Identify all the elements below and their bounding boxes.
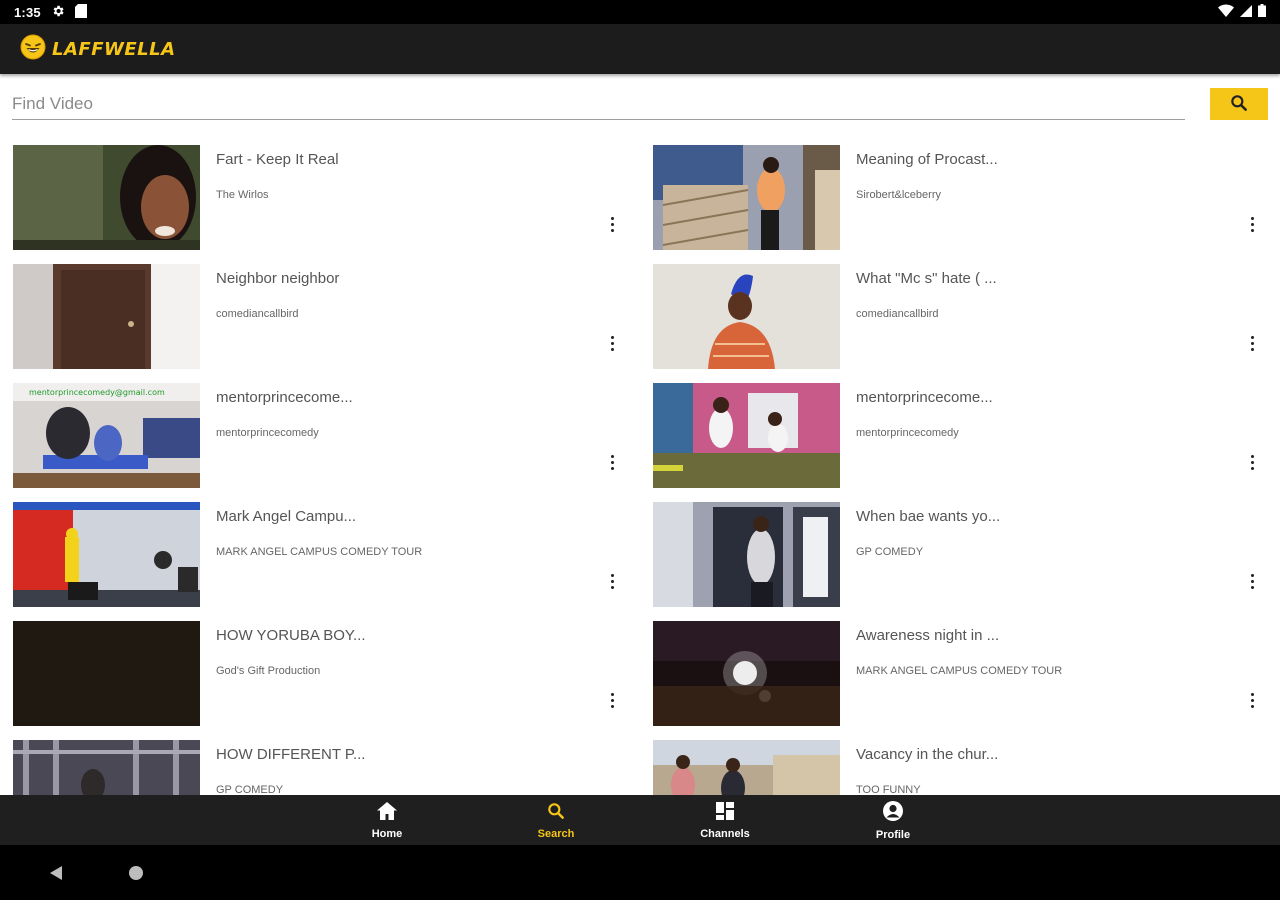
- more-options-icon[interactable]: [1245, 213, 1259, 235]
- video-title[interactable]: mentorprincecome...: [216, 389, 353, 406]
- search-icon: [546, 801, 566, 826]
- home-icon: [376, 801, 398, 826]
- video-card[interactable]: Vacancy in the chur... TOO FUNNY: [653, 740, 1280, 795]
- video-card[interactable]: Neighbor neighbor comediancallbird: [13, 264, 640, 369]
- video-title[interactable]: HOW DIFFERENT P...: [216, 746, 365, 763]
- search-icon: [1229, 93, 1249, 116]
- signal-icon: [1240, 4, 1252, 20]
- nav-channels[interactable]: Channels: [680, 795, 770, 845]
- app-bar: LAFFWELLA: [0, 24, 1280, 74]
- system-nav-bar: [0, 845, 1280, 900]
- video-column-right: Meaning of Procast... Sirobert&lceberry …: [653, 145, 1280, 795]
- video-card[interactable]: What "Mc s" hate ( ... comediancallbird: [653, 264, 1280, 369]
- nav-label: Profile: [875, 828, 911, 841]
- video-card[interactable]: HOW YORUBA BOY... God's Gift Production: [13, 621, 640, 726]
- video-thumbnail[interactable]: [13, 502, 200, 607]
- video-title[interactable]: When bae wants yo...: [856, 508, 1000, 525]
- nav-label: Search: [537, 827, 575, 840]
- channels-icon: [715, 801, 735, 826]
- video-thumbnail[interactable]: [653, 383, 840, 488]
- video-card[interactable]: When bae wants yo... GP COMEDY: [653, 502, 1280, 607]
- nav-home[interactable]: Home: [342, 795, 432, 845]
- video-card[interactable]: mentorprincecome... mentorprincecomedy: [653, 383, 1280, 488]
- video-thumbnail[interactable]: [13, 621, 200, 726]
- video-thumbnail[interactable]: [13, 264, 200, 369]
- sd-card-icon: [74, 3, 87, 21]
- nav-label: Home: [371, 827, 403, 840]
- video-channel: MARK ANGEL CAMPUS COMEDY TOUR: [856, 665, 1063, 677]
- nav-search[interactable]: Search: [511, 795, 601, 845]
- video-title[interactable]: Fart - Keep It Real: [216, 151, 339, 168]
- nav-profile[interactable]: Profile: [848, 795, 938, 845]
- more-options-icon[interactable]: [1245, 689, 1259, 711]
- video-title[interactable]: Awareness night in ...: [856, 627, 999, 644]
- more-options-icon[interactable]: [605, 332, 619, 354]
- video-card[interactable]: Fart - Keep It Real The Wirlos: [13, 145, 640, 250]
- video-channel: GP COMEDY: [856, 546, 924, 558]
- search-button[interactable]: [1210, 88, 1268, 120]
- video-thumbnail[interactable]: [13, 740, 200, 795]
- app-name: LAFFWELLA: [52, 38, 176, 60]
- video-channel: MARK ANGEL CAMPUS COMEDY TOUR: [216, 546, 423, 558]
- video-channel: Sirobert&lceberry: [856, 189, 941, 201]
- video-channel: mentorprincecomedy: [216, 427, 319, 439]
- settings-icon: [51, 4, 65, 21]
- video-thumbnail[interactable]: mentorprincecomedy@gmail.com: [13, 383, 200, 488]
- status-bar: 1:35: [0, 0, 1280, 24]
- more-options-icon[interactable]: [605, 689, 619, 711]
- video-title[interactable]: What "Mc s" hate ( ...: [856, 270, 997, 287]
- status-time: 1:35: [14, 4, 41, 20]
- video-card[interactable]: Mark Angel Campu... MARK ANGEL CAMPUS CO…: [13, 502, 640, 607]
- video-title[interactable]: Vacancy in the chur...: [856, 746, 998, 763]
- video-card[interactable]: Awareness night in ... MARK ANGEL CAMPUS…: [653, 621, 1280, 726]
- video-channel: God's Gift Production: [216, 665, 321, 677]
- laughing-emoji-icon: [20, 34, 46, 65]
- video-channel: mentorprincecomedy: [856, 427, 959, 439]
- wifi-icon: [1218, 4, 1234, 20]
- video-list: Fart - Keep It Real The Wirlos Neighbor …: [0, 145, 1280, 795]
- video-title[interactable]: Meaning of Procast...: [856, 151, 998, 168]
- video-thumbnail[interactable]: [13, 145, 200, 250]
- video-card[interactable]: mentorprincecomedy@gmail.com mentorprinc…: [13, 383, 640, 488]
- video-channel: GP COMEDY: [216, 784, 284, 795]
- video-channel: TOO FUNNY: [856, 784, 921, 795]
- video-title[interactable]: Mark Angel Campu...: [216, 508, 356, 525]
- more-options-icon[interactable]: [1245, 332, 1259, 354]
- more-options-icon[interactable]: [1245, 451, 1259, 473]
- back-icon[interactable]: [31, 845, 81, 900]
- battery-icon: [1258, 4, 1266, 20]
- svg-text:mentorprincecomedy@gmail.com: mentorprincecomedy@gmail.com: [29, 388, 165, 397]
- video-card[interactable]: Meaning of Procast... Sirobert&lceberry: [653, 145, 1280, 250]
- profile-icon: [882, 800, 904, 827]
- home-circle-icon[interactable]: [111, 845, 161, 900]
- video-title[interactable]: mentorprincecome...: [856, 389, 993, 406]
- video-channel: comediancallbird: [216, 308, 299, 320]
- more-options-icon[interactable]: [605, 451, 619, 473]
- app-logo: LAFFWELLA: [20, 34, 176, 65]
- more-options-icon[interactable]: [1245, 570, 1259, 592]
- video-title[interactable]: Neighbor neighbor: [216, 270, 339, 287]
- video-thumbnail[interactable]: [653, 621, 840, 726]
- video-thumbnail[interactable]: [653, 740, 840, 795]
- video-thumbnail[interactable]: [653, 502, 840, 607]
- video-card[interactable]: HOW DIFFERENT P... GP COMEDY: [13, 740, 640, 795]
- search-input[interactable]: [12, 88, 1185, 120]
- video-channel: comediancallbird: [856, 308, 939, 320]
- video-title[interactable]: HOW YORUBA BOY...: [216, 627, 366, 644]
- video-thumbnail[interactable]: [653, 145, 840, 250]
- video-channel: The Wirlos: [216, 189, 269, 201]
- search-row: [12, 88, 1268, 122]
- nav-label: Channels: [700, 827, 750, 840]
- video-thumbnail[interactable]: [653, 264, 840, 369]
- bottom-nav: Home Search Channels Profile: [0, 795, 1280, 845]
- more-options-icon[interactable]: [605, 213, 619, 235]
- video-column-left: Fart - Keep It Real The Wirlos Neighbor …: [13, 145, 640, 795]
- more-options-icon[interactable]: [605, 570, 619, 592]
